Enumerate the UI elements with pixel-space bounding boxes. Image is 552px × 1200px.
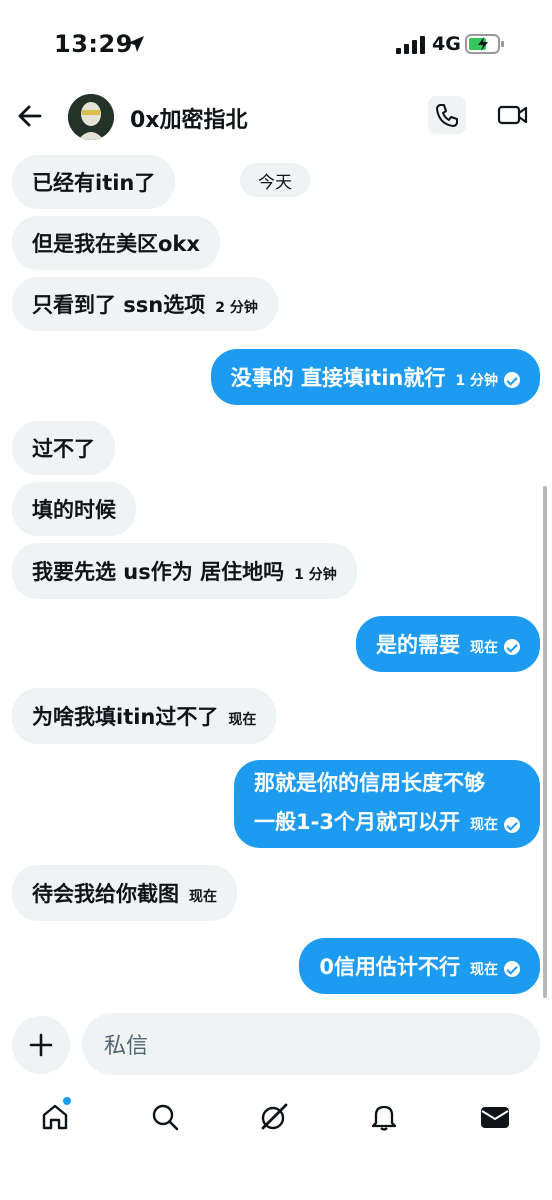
voice-call-button[interactable] <box>428 96 466 134</box>
message-time: 现在 <box>470 817 498 833</box>
message-bubble[interactable]: 但是我在美区okx <box>12 216 220 270</box>
nav-home[interactable] <box>37 1097 73 1135</box>
message-text: 已经有itin了 <box>32 171 156 195</box>
conversation-header: 0x加密指北 <box>0 86 552 150</box>
bell-icon <box>371 1105 397 1131</box>
message-bubble[interactable]: 0信用估计不行 现在 <box>299 938 540 994</box>
video-call-button[interactable] <box>494 96 532 134</box>
message-bubble[interactable]: 没事的 直接填itin就行 1 分钟 <box>210 349 540 405</box>
search-icon <box>152 1104 179 1131</box>
add-attachment-button[interactable] <box>12 1016 70 1074</box>
message-bubble[interactable]: 填的时候 <box>12 482 136 536</box>
battery-icon <box>465 34 504 54</box>
back-arrow-icon[interactable] <box>12 98 48 134</box>
nav-grok[interactable] <box>256 1099 292 1135</box>
message-text: 只看到了 ssn选项 <box>32 293 206 317</box>
message-time: 2 分钟 <box>215 300 258 316</box>
message-text: 0信用估计不行 <box>319 955 460 979</box>
date-separator: 今天 <box>240 163 310 197</box>
message-bubble[interactable]: 待会我给你截图 现在 <box>12 865 237 921</box>
video-camera-icon <box>497 105 528 125</box>
scrollbar[interactable] <box>543 486 547 998</box>
location-arrow-icon <box>128 36 144 52</box>
statue-avatar-icon <box>68 94 114 140</box>
envelope-icon <box>481 1107 509 1128</box>
message-time: 1 分钟 <box>455 373 498 389</box>
nav-search[interactable] <box>147 1099 183 1135</box>
nav-messages[interactable] <box>477 1099 513 1135</box>
bottom-nav <box>0 1095 552 1145</box>
message-time: 现在 <box>470 640 498 656</box>
message-time: 1 分钟 <box>294 567 337 583</box>
message-text: 填的时候 <box>32 498 116 522</box>
message-text: 我要先选 us作为 居住地吗 <box>32 560 285 584</box>
phone-icon <box>436 104 458 127</box>
network-type: 4G <box>432 33 461 55</box>
read-check-icon <box>504 961 520 977</box>
message-text: 待会我给你截图 <box>32 882 179 906</box>
message-bubble[interactable]: 是的需要 现在 <box>356 616 540 672</box>
read-check-icon <box>504 639 520 655</box>
message-time: 现在 <box>189 889 217 905</box>
message-bubble[interactable]: 过不了 <box>12 421 115 475</box>
message-text: 一般1-3个月就可以开 <box>254 810 460 834</box>
read-check-icon <box>504 817 520 833</box>
message-input[interactable]: 私信 <box>82 1013 540 1075</box>
message-text: 但是我在美区okx <box>32 232 200 256</box>
avatar[interactable] <box>68 94 114 140</box>
message-bubble[interactable]: 我要先选 us作为 居住地吗 1 分钟 <box>12 543 357 599</box>
message-time: 现在 <box>228 712 257 728</box>
message-bubble[interactable]: 只看到了 ssn选项 2 分钟 <box>12 277 278 331</box>
nav-notifications[interactable] <box>366 1099 402 1135</box>
notification-dot <box>63 1097 71 1105</box>
message-text: 那就是你的信用长度不够 <box>254 771 486 795</box>
signal-icon <box>396 36 425 54</box>
read-check-icon <box>504 372 520 388</box>
message-bubble[interactable]: 已经有itin了 <box>12 155 176 209</box>
message-text: 过不了 <box>32 437 95 461</box>
grok-icon <box>261 1103 288 1130</box>
message-bubble[interactable]: 那就是你的信用长度不够 一般1-3个月就可以开 现在 <box>234 760 540 848</box>
plus-icon <box>29 1033 53 1057</box>
status-time: 13:29 <box>54 30 133 58</box>
message-bubble[interactable]: 为啥我填itin过不了 现在 <box>12 688 277 744</box>
home-icon <box>42 1104 68 1130</box>
status-bar: 13:29 4G <box>0 0 552 80</box>
conversation-title[interactable]: 0x加密指北 <box>130 102 248 134</box>
message-text: 没事的 直接填itin就行 <box>230 366 446 390</box>
message-text: 是的需要 <box>376 633 460 657</box>
message-time: 现在 <box>470 962 498 978</box>
message-text: 为啥我填itin过不了 <box>32 705 219 729</box>
